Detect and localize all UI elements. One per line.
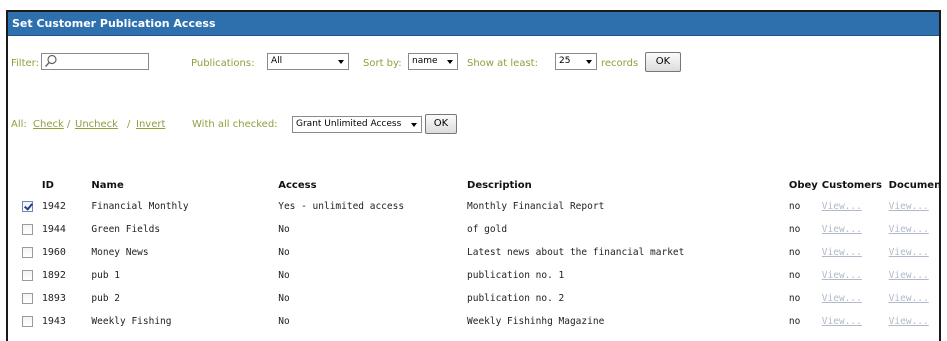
- records-label: records: [601, 58, 639, 69]
- table-row: 1960 Money News No Latest news about the…: [22, 241, 939, 264]
- publication-obey: no: [788, 293, 801, 304]
- publication-description: publication no. 2: [467, 293, 565, 304]
- publication-obey: no: [788, 247, 801, 258]
- view-documents-link[interactable]: View...: [889, 224, 929, 235]
- publication-id: 1942: [41, 201, 66, 212]
- publication-description: publication no. 1: [467, 270, 565, 281]
- row-checkbox[interactable]: [22, 269, 33, 281]
- view-customers-link[interactable]: View...: [822, 270, 862, 281]
- publication-access: No: [278, 247, 290, 258]
- column-header-documents[interactable]: Documents: [889, 175, 939, 195]
- sortby-label: Sort by:: [363, 58, 402, 69]
- publication-obey: no: [788, 224, 801, 235]
- filter-label: Filter:: [11, 58, 39, 69]
- column-header-access[interactable]: Access: [278, 175, 467, 195]
- view-customers-link[interactable]: View...: [822, 293, 862, 304]
- publication-description: of gold: [467, 224, 508, 235]
- publication-id: 1944: [41, 224, 66, 235]
- row-checkbox[interactable]: [22, 315, 33, 327]
- view-customers-link[interactable]: View...: [822, 247, 862, 258]
- chevron-down-icon: [586, 60, 592, 64]
- select-column-header: [22, 175, 42, 195]
- row-checkbox[interactable]: [22, 223, 33, 235]
- publication-access: No: [278, 293, 290, 304]
- panel-title: Set Customer Publication Access: [8, 12, 939, 36]
- view-customers-link[interactable]: View...: [822, 224, 862, 235]
- bulk-actions: All: Check / Uncheck / Invert With all c…: [11, 114, 936, 138]
- view-documents-link[interactable]: View...: [889, 201, 929, 212]
- show-at-least-label: Show at least:: [467, 58, 538, 69]
- publication-name: Financial Monthly: [91, 201, 189, 212]
- view-customers-link[interactable]: View...: [822, 316, 862, 327]
- view-documents-link[interactable]: View...: [889, 293, 929, 304]
- column-header-description[interactable]: Description: [467, 175, 789, 195]
- publications-selected: All: [271, 56, 283, 66]
- sortby-select[interactable]: name: [408, 53, 458, 70]
- column-header-customers[interactable]: Customers: [822, 175, 889, 195]
- row-checkbox[interactable]: [22, 246, 33, 258]
- table-row: 1944 Green Fields No of gold no View... …: [22, 218, 939, 241]
- publication-id: 1892: [41, 270, 66, 281]
- row-checkbox[interactable]: [22, 200, 33, 212]
- table-row: 1892 pub 1 No publication no. 1 no View.…: [22, 264, 939, 287]
- bulk-action-selected: Grant Unlimited Access: [296, 119, 402, 129]
- view-customers-link[interactable]: View...: [822, 201, 862, 212]
- table-row: 1893 pub 2 No publication no. 2 no View.…: [22, 287, 939, 310]
- chevron-down-icon: [447, 60, 453, 64]
- publication-access: No: [278, 316, 290, 327]
- check-all-link[interactable]: Check: [33, 119, 64, 130]
- publication-id: 1960: [41, 247, 66, 258]
- records-count-select[interactable]: 25: [555, 53, 597, 70]
- publication-access: Yes - unlimited access: [278, 201, 405, 212]
- filter-toolbar: Filter: Publications: All Sort by: name …: [11, 52, 936, 75]
- publication-description: Monthly Financial Report: [467, 201, 605, 212]
- publication-name: pub 1: [91, 270, 121, 281]
- publication-access: No: [278, 270, 290, 281]
- publications-select[interactable]: All: [267, 53, 349, 70]
- publication-name: pub 2: [91, 293, 121, 304]
- publication-obey: no: [788, 316, 801, 327]
- filter-ok-button[interactable]: OK: [645, 52, 681, 72]
- column-header-obey[interactable]: Obey: [789, 175, 822, 195]
- with-all-checked-label: With all checked:: [192, 119, 278, 130]
- sortby-selected: name: [412, 56, 438, 66]
- invert-link[interactable]: Invert: [136, 119, 165, 130]
- uncheck-all-link[interactable]: Uncheck: [75, 119, 118, 130]
- publication-access: No: [278, 224, 290, 235]
- publication-id: 1943: [41, 316, 66, 327]
- publication-name: Weekly Fishing: [91, 316, 172, 327]
- filter-input[interactable]: [41, 53, 149, 70]
- view-documents-link[interactable]: View...: [889, 247, 929, 258]
- publication-description: Weekly Fishinhg Magazine: [467, 316, 605, 327]
- table-header-row: ID Name Access Description Obey Customer…: [22, 175, 939, 195]
- view-documents-link[interactable]: View...: [889, 316, 929, 327]
- separator: /: [127, 119, 131, 130]
- chevron-down-icon: [338, 60, 344, 64]
- publication-name: Money News: [91, 247, 149, 258]
- publication-description: Latest news about the financial market: [467, 247, 685, 258]
- chevron-down-icon: [411, 123, 417, 127]
- column-header-id[interactable]: ID: [42, 175, 92, 195]
- search-icon: [44, 54, 57, 67]
- publication-access-panel: Set Customer Publication Access Filter: …: [6, 10, 941, 341]
- publication-obey: no: [788, 201, 801, 212]
- column-header-name[interactable]: Name: [91, 175, 278, 195]
- bulk-action-select[interactable]: Grant Unlimited Access: [292, 116, 422, 133]
- view-documents-link[interactable]: View...: [889, 270, 929, 281]
- bulk-ok-button[interactable]: OK: [425, 114, 457, 134]
- publication-name: Green Fields: [91, 224, 161, 235]
- publications-table: ID Name Access Description Obey Customer…: [22, 175, 939, 333]
- all-label: All:: [11, 119, 27, 130]
- row-checkbox[interactable]: [22, 292, 33, 304]
- publication-id: 1893: [41, 293, 66, 304]
- separator: /: [67, 119, 71, 130]
- table-row: 1942 Financial Monthly Yes - unlimited a…: [22, 195, 939, 218]
- records-count-selected: 25: [559, 56, 571, 66]
- table-row: 1943 Weekly Fishing No Weekly Fishinhg M…: [22, 310, 939, 333]
- publications-label: Publications:: [191, 58, 255, 69]
- publication-obey: no: [788, 270, 801, 281]
